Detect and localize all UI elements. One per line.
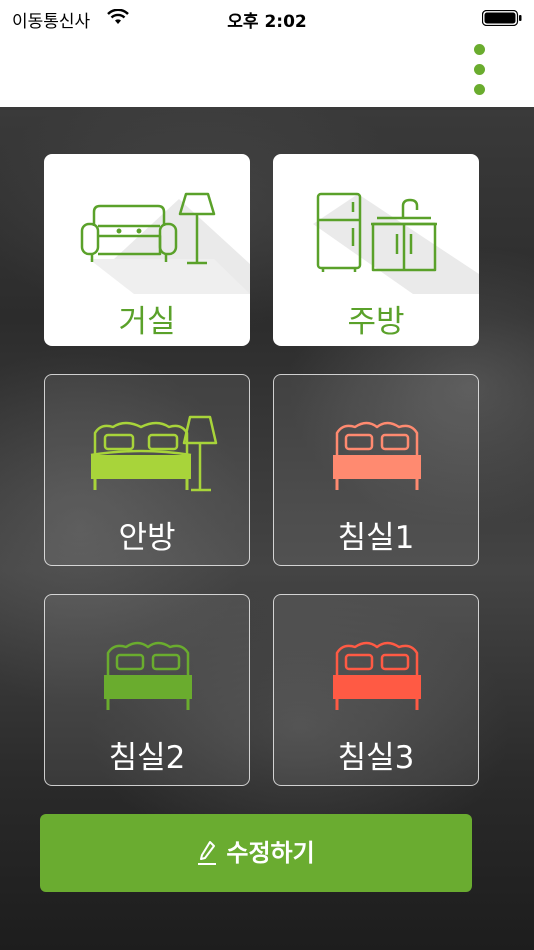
room-tile-bedroom-2[interactable]: 침실2: [44, 594, 250, 786]
room-label: 주방: [347, 304, 405, 340]
room-tile-master-bedroom[interactable]: 안방: [44, 374, 250, 566]
bed-icon: [104, 641, 192, 710]
clock: 오후 2:02: [227, 12, 307, 32]
room-tile-bedroom-1[interactable]: 침실1: [273, 374, 479, 566]
room-label: 침실2: [108, 740, 186, 776]
room-label: 거실: [118, 304, 176, 340]
room-tile-bedroom-3[interactable]: 침실3: [273, 594, 479, 786]
bed-icon: [333, 421, 421, 490]
room-grid: 거실 주방 안방 침실1 침실2 침실3 수정하기: [0, 107, 534, 950]
room-label: 침실1: [337, 520, 415, 556]
more-menu-button[interactable]: [468, 44, 490, 95]
navigation-bar: [0, 36, 534, 107]
more-vertical-icon: [473, 44, 485, 55]
pencil-icon: [198, 841, 217, 865]
bed-icon: [333, 641, 421, 710]
sofa-lamp-icon: [80, 192, 250, 294]
room-tile-living[interactable]: 거실: [44, 154, 250, 346]
room-tile-kitchen[interactable]: 주방: [273, 154, 479, 346]
kitchen-icon: [313, 192, 479, 294]
edit-button[interactable]: 수정하기: [40, 814, 472, 892]
room-label: 침실3: [337, 740, 415, 776]
bed-lamp-icon: [90, 415, 218, 492]
status-bar: 이동통신사 오후 2:02: [0, 0, 534, 36]
battery-icon: [482, 10, 522, 26]
room-label: 안방: [118, 520, 176, 556]
edit-button-label: 수정하기: [226, 839, 315, 867]
